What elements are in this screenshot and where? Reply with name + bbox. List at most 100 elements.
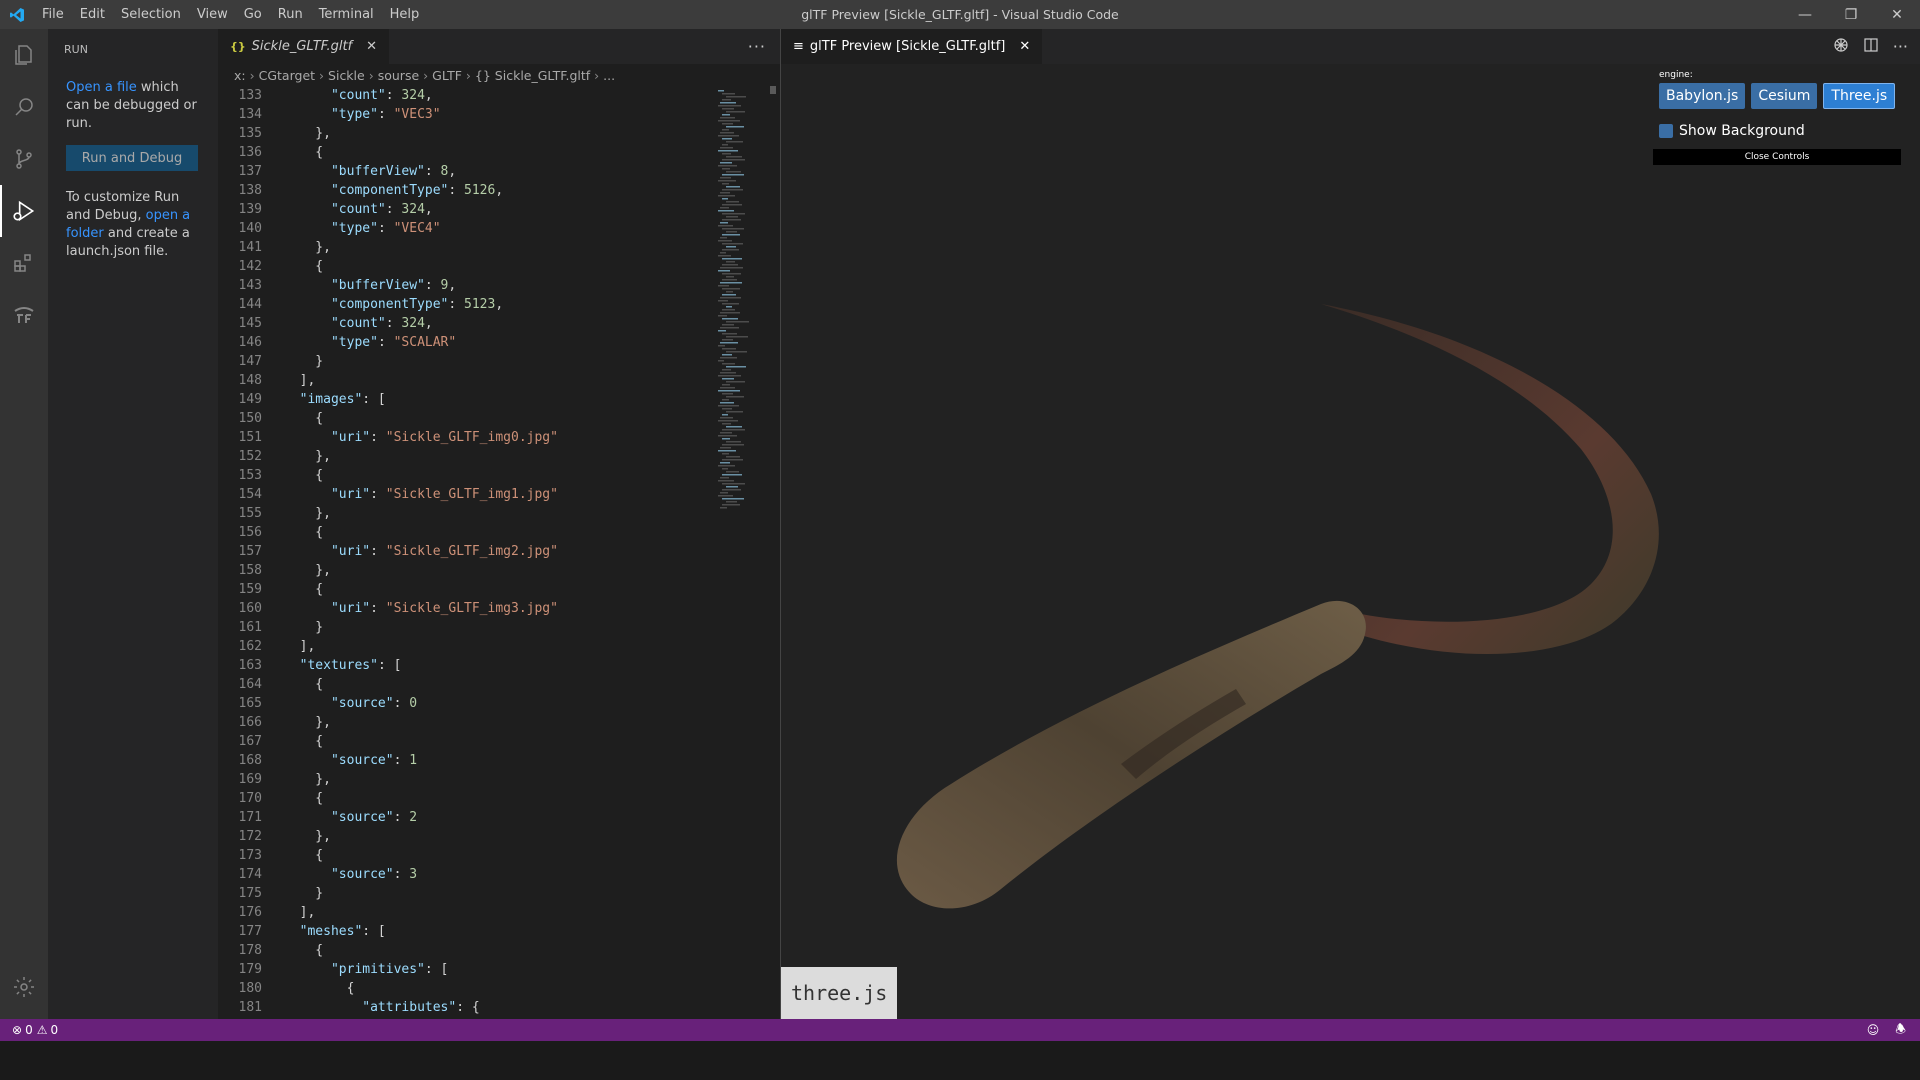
gltf-inspect-icon[interactable] xyxy=(1833,37,1849,57)
source-control-icon[interactable] xyxy=(0,133,48,185)
breadcrumb-item[interactable]: GLTF xyxy=(432,68,462,83)
restore-icon[interactable]: ❐ xyxy=(1828,0,1874,29)
split-editor-icon[interactable] xyxy=(1863,37,1879,57)
minimap-line xyxy=(720,267,743,269)
extensions-icon[interactable] xyxy=(0,237,48,289)
feedback-icon[interactable]: ☺ xyxy=(1867,1023,1880,1037)
tab-gltf-preview[interactable]: ≡ glTF Preview [Sickle_GLTF.gltf] ✕ xyxy=(781,29,1043,64)
minimap-line xyxy=(722,363,735,365)
preview-tab-close-icon[interactable]: ✕ xyxy=(1019,39,1030,54)
code-area[interactable]: 133 "count": 324, 134 "type": "VEC3" 135 }… xyxy=(218,86,708,1019)
breadcrumb-item[interactable]: sourse xyxy=(378,68,419,83)
code-line: 177 "meshes": [ xyxy=(218,922,708,941)
warning-icon[interactable]: ⚠ xyxy=(37,1023,48,1037)
vscode-logo-icon xyxy=(0,7,34,23)
search-icon[interactable] xyxy=(0,81,48,133)
minimap-line xyxy=(718,450,736,452)
minimap-line xyxy=(722,414,728,416)
minimap-line xyxy=(720,462,730,464)
breadcrumb-separator: › xyxy=(594,67,600,83)
show-background-checkbox[interactable] xyxy=(1659,124,1673,138)
menu-help[interactable]: Help xyxy=(382,7,428,22)
close-controls-button[interactable]: Close Controls xyxy=(1653,149,1901,165)
menu-go[interactable]: Go xyxy=(236,7,270,22)
menu-file[interactable]: File xyxy=(34,7,72,22)
notifications-bell-icon[interactable]: 🕭 xyxy=(1895,1020,1906,1041)
minimap-line xyxy=(720,147,733,149)
tab-sickle-gltf[interactable]: {} Sickle_GLTF.gltf ✕ xyxy=(218,29,390,64)
minimize-icon[interactable]: — xyxy=(1782,0,1828,29)
activity-bar xyxy=(0,29,48,1019)
menu-run[interactable]: Run xyxy=(270,7,311,22)
line-number: 165 xyxy=(238,696,262,711)
show-background-row[interactable]: Show Background xyxy=(1659,123,1901,139)
breadcrumb-item[interactable]: {} Sickle_GLTF.gltf xyxy=(475,68,590,83)
minimap-line xyxy=(726,216,738,218)
line-number: 166 xyxy=(238,715,262,730)
minimap-line xyxy=(718,135,739,137)
explorer-icon[interactable] xyxy=(0,29,48,81)
minimap-line xyxy=(722,378,734,380)
open-file-link[interactable]: Open a file xyxy=(66,80,137,95)
code-line: 140 "type": "VEC4" xyxy=(218,219,708,238)
breadcrumb-item[interactable]: ... xyxy=(603,68,615,83)
minimap-line xyxy=(722,384,730,386)
minimap-line xyxy=(720,237,727,239)
minimap-line xyxy=(718,105,741,107)
code-line: 161 } xyxy=(218,618,708,637)
minimap-line xyxy=(722,468,728,470)
close-icon[interactable]: ✕ xyxy=(1874,0,1920,29)
code-line: 146 "type": "SCALAR" xyxy=(218,333,708,352)
menu-terminal[interactable]: Terminal xyxy=(311,7,382,22)
error-count[interactable]: 0 xyxy=(25,1023,33,1037)
line-source: "uri": "Sickle_GLTF_img1.jpg" xyxy=(330,487,558,502)
line-number: 141 xyxy=(238,240,262,255)
minimap-line xyxy=(722,123,733,125)
tf-icon[interactable] xyxy=(0,289,48,341)
breadcrumb-item[interactable]: CGtarget xyxy=(259,68,315,83)
more-actions-icon[interactable]: ··· xyxy=(748,37,766,56)
minimap-line xyxy=(718,345,725,347)
settings-gear-icon[interactable] xyxy=(0,961,48,1013)
minimap-line xyxy=(722,288,740,290)
line-source: "source": 3 xyxy=(330,867,418,882)
line-number: 145 xyxy=(238,316,262,331)
line-number: 155 xyxy=(238,506,262,521)
engine-threejs-button[interactable]: Three.js xyxy=(1823,83,1896,109)
line-number: 149 xyxy=(238,392,262,407)
3d-viewport[interactable]: engine: Babylon.js Cesium Three.js Show … xyxy=(781,64,1920,1019)
engine-cesium-button[interactable]: Cesium xyxy=(1751,83,1818,109)
menu-edit[interactable]: Edit xyxy=(72,7,113,22)
breadcrumb-item[interactable]: Sickle xyxy=(328,68,365,83)
breadcrumb-item[interactable]: x: xyxy=(234,68,246,83)
minimap-line xyxy=(722,333,737,335)
engine-babylonjs-button[interactable]: Babylon.js xyxy=(1659,83,1746,109)
menu-view[interactable]: View xyxy=(189,7,236,22)
warning-count[interactable]: 0 xyxy=(50,1023,58,1037)
line-number: 172 xyxy=(238,829,262,844)
editor-scrollbar[interactable] xyxy=(770,86,776,94)
tab-close-icon[interactable]: ✕ xyxy=(366,39,377,54)
line-number: 154 xyxy=(238,487,262,502)
open-file-text: Open a file which can be debugged or run… xyxy=(66,79,200,133)
minimap-line xyxy=(718,330,726,332)
minimap-line xyxy=(718,225,733,227)
minimap-line xyxy=(722,474,742,476)
line-source: "images": [ xyxy=(299,392,386,407)
error-icon[interactable]: ⊗ xyxy=(12,1023,22,1037)
engine-label: engine: xyxy=(1659,70,1693,80)
run-debug-icon[interactable] xyxy=(0,185,48,237)
breadcrumb: x: › CGtarget › Sickle › sourse › GLTF ›{} Sickle… xyxy=(218,64,780,86)
minimap[interactable] xyxy=(708,86,768,1019)
minimap-line xyxy=(722,498,744,500)
preview-more-icon[interactable]: ··· xyxy=(1893,37,1908,56)
code-line: 153 { xyxy=(218,466,708,485)
preview-tab-bar: ≡ glTF Preview [Sickle_GLTF.gltf] ✕ ··· xyxy=(781,29,1920,64)
line-source: }, xyxy=(284,506,331,521)
menu-selection[interactable]: Selection xyxy=(113,7,189,22)
line-number: 146 xyxy=(238,335,262,350)
line-source: { xyxy=(284,943,324,958)
sickle-model[interactable] xyxy=(781,64,1920,1019)
line-source: "source": 0 xyxy=(330,696,418,711)
run-and-debug-button[interactable]: Run and Debug xyxy=(66,145,198,171)
